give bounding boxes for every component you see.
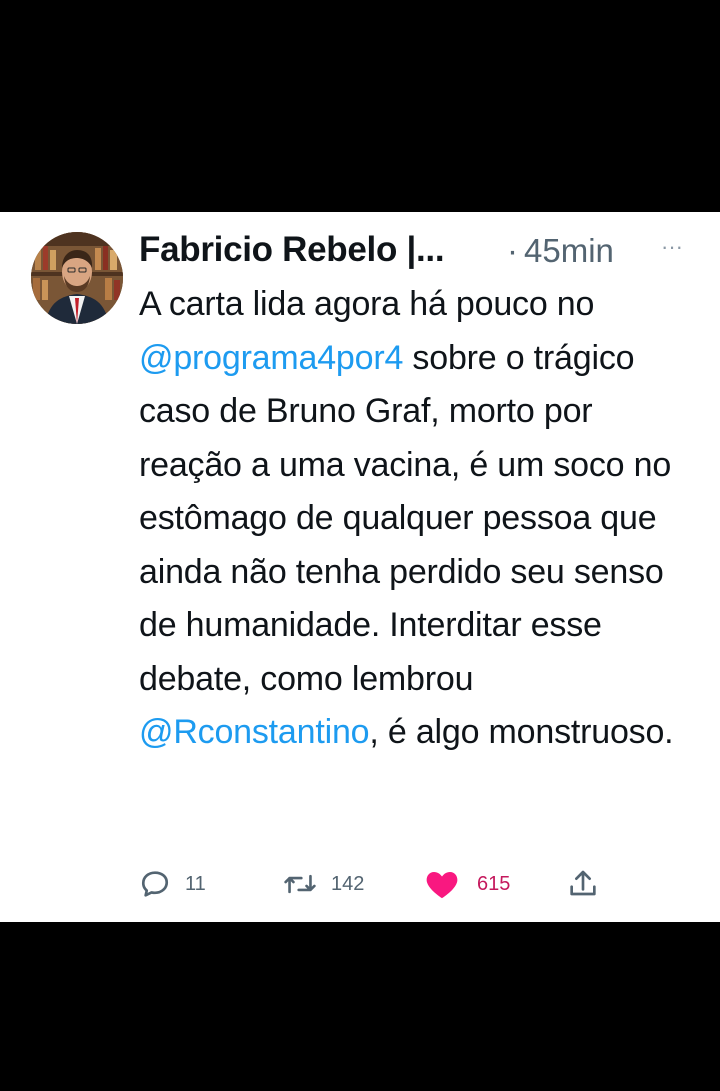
reply-icon — [141, 871, 169, 897]
timestamp[interactable]: 45min — [524, 232, 614, 270]
like-button[interactable]: 615 — [425, 864, 510, 904]
share-button[interactable] — [567, 864, 599, 904]
mention-link[interactable]: @Rconstantino — [139, 713, 370, 751]
tweet-text-part: sobre o trágico caso de Bruno Graf, mort… — [139, 338, 672, 698]
tweet-text-part: A carta lida agora há pouco no — [139, 285, 595, 323]
like-count: 615 — [477, 872, 511, 895]
more-icon[interactable]: ··· — [654, 232, 690, 262]
tweet-actions: 11 142 615 — [139, 864, 619, 904]
heart-icon — [426, 871, 458, 899]
tweet-text-part: , é algo monstruoso. — [369, 713, 674, 751]
avatar-photo — [31, 232, 123, 324]
retweet-count: 142 — [331, 872, 365, 895]
tweet-header: Fabricio Rebelo |... · 45min ··· — [139, 230, 699, 274]
top-black-bar — [0, 0, 720, 212]
reply-count: 11 — [185, 872, 206, 895]
retweet-icon — [284, 874, 316, 894]
mention-link[interactable]: @programa4por4 — [139, 339, 403, 377]
reply-button[interactable]: 11 — [139, 864, 206, 904]
bottom-black-bar — [0, 922, 720, 1091]
avatar[interactable] — [31, 232, 123, 324]
share-icon — [570, 870, 596, 896]
tweet-card[interactable]: Fabricio Rebelo |... · 45min ··· A carta… — [0, 212, 720, 922]
author-name[interactable]: Fabricio Rebelo |... — [139, 230, 445, 270]
time-separator: · — [507, 232, 518, 269]
retweet-button[interactable]: 142 — [283, 864, 364, 904]
tweet-text: A carta lida agora há pouco no @programa… — [139, 278, 699, 760]
